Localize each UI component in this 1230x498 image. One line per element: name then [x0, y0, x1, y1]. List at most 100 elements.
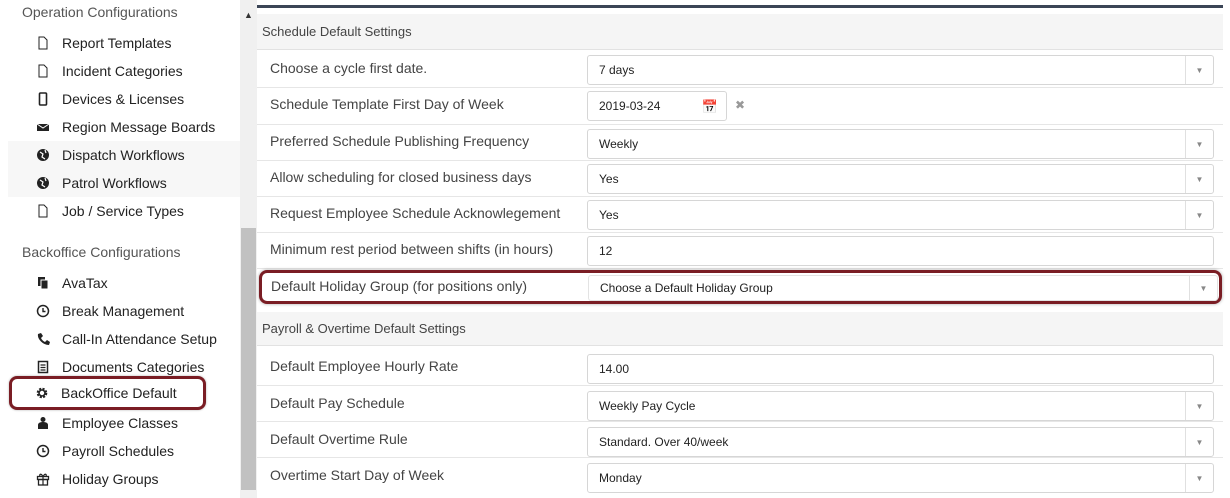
- publishing-frequency-select[interactable]: Weekly ▼: [587, 129, 1214, 159]
- sidebar-item-label: Payroll Schedules: [62, 443, 175, 459]
- sidebar-item-label: BackOffice Default: [61, 385, 177, 401]
- sidebar-item-label: Employee Classes: [62, 415, 178, 431]
- phone-icon: [34, 330, 52, 348]
- select-value: 7 days: [599, 63, 635, 77]
- document-icon: [34, 202, 52, 220]
- chevron-down-icon: ▼: [1189, 276, 1217, 300]
- top-border: [257, 5, 1223, 8]
- sidebar-item-label: Documents Categories: [62, 359, 205, 375]
- sidebar-item-label: Devices & Licenses: [62, 91, 185, 107]
- default-holiday-group-select[interactable]: Choose a Default Holiday Group ▼: [588, 275, 1218, 301]
- sidebar-scrollbar[interactable]: ▲: [240, 0, 257, 498]
- setting-label: Request Employee Schedule Acknowlegement: [270, 205, 561, 221]
- sidebar-item-dispatch-workflows[interactable]: Dispatch Workflows: [8, 141, 240, 169]
- select-value: Choose a Default Holiday Group: [600, 281, 773, 295]
- closed-business-days-select[interactable]: Yes ▼: [587, 164, 1214, 194]
- input-value: 14.00: [599, 362, 630, 376]
- setting-row-pay-schedule: Default Pay Schedule Weekly Pay Cycle ▼: [257, 386, 1223, 422]
- sidebar-item-patrol-workflows[interactable]: Patrol Workflows: [8, 169, 240, 197]
- setting-row-overtime-rule: Default Overtime Rule Standard. Over 40/…: [257, 422, 1223, 458]
- sidebar-item-break-management[interactable]: Break Management: [8, 297, 240, 325]
- sidebar-item-report-templates[interactable]: Report Templates: [8, 29, 240, 57]
- setting-row-closed-business-days: Allow scheduling for closed business day…: [257, 161, 1223, 197]
- document-icon: [34, 34, 52, 52]
- settings-panel: Schedule Default Settings Choose a cycle…: [257, 0, 1230, 498]
- date-value: 2019-03-24: [599, 99, 661, 113]
- chevron-down-icon: ▼: [1185, 130, 1213, 158]
- sidebar-item-label: Region Message Boards: [62, 119, 216, 135]
- sidebar-item-label: Dispatch Workflows: [62, 147, 185, 163]
- setting-label: Minimum rest period between shifts (in h…: [270, 241, 554, 257]
- select-value: Monday: [599, 471, 642, 485]
- setting-row-minimum-rest-period: Minimum rest period between shifts (in h…: [257, 233, 1223, 269]
- document-icon: [34, 62, 52, 80]
- input-value: 12: [599, 244, 613, 258]
- clear-date-icon[interactable]: ✖: [735, 98, 745, 112]
- sidebar-item-holiday-groups[interactable]: Holiday Groups: [8, 465, 240, 493]
- chevron-down-icon: ▼: [1185, 392, 1213, 420]
- sidebar-item-incident-categories[interactable]: Incident Categories: [8, 57, 240, 85]
- setting-label: Default Overtime Rule: [270, 431, 408, 447]
- chevron-down-icon: ▼: [1185, 428, 1213, 456]
- sidebar: Operation Configurations Report Template…: [0, 0, 257, 498]
- gear-icon: [33, 384, 51, 402]
- sidebar-item-job-service-types[interactable]: Job / Service Types: [8, 197, 240, 225]
- template-first-day-date-input[interactable]: 2019-03-24 📅: [587, 91, 727, 121]
- scrollbar-thumb[interactable]: [241, 228, 256, 490]
- clock-icon: [34, 442, 52, 460]
- setting-label: Preferred Schedule Publishing Frequency: [270, 133, 530, 149]
- sidebar-item-payroll-schedules[interactable]: Payroll Schedules: [8, 437, 240, 465]
- select-value: Weekly Pay Cycle: [599, 399, 696, 413]
- clock-icon: [34, 302, 52, 320]
- copy-icon: [34, 274, 52, 292]
- setting-label: Allow scheduling for closed business day…: [270, 169, 532, 185]
- setting-label: Choose a cycle first date.: [270, 60, 428, 76]
- chevron-down-icon: ▼: [1185, 165, 1213, 193]
- sidebar-item-label: Holiday Groups: [62, 471, 159, 487]
- sidebar-item-label: AvaTax: [62, 275, 108, 291]
- schedule-section-header: Schedule Default Settings: [257, 14, 1223, 50]
- sidebar-item-avatax[interactable]: AvaTax: [8, 269, 240, 297]
- sidebar-item-backoffice-default[interactable]: BackOffice Default: [9, 376, 206, 410]
- select-value: Yes: [599, 172, 619, 186]
- chevron-down-icon: ▼: [1185, 201, 1213, 229]
- cycle-first-date-select[interactable]: 7 days ▼: [587, 55, 1214, 85]
- setting-row-publishing-frequency: Preferred Schedule Publishing Frequency …: [257, 125, 1223, 161]
- backoffice-configurations-header: Backoffice Configurations: [22, 244, 181, 260]
- sidebar-item-label: Job / Service Types: [62, 203, 184, 219]
- setting-row-overtime-start-day: Overtime Start Day of Week Monday ▼: [257, 458, 1223, 498]
- setting-label: Overtime Start Day of Week: [270, 467, 445, 483]
- setting-row-cycle-first-date: Choose a cycle first date. 7 days ▼: [257, 51, 1223, 88]
- operation-configurations-header: Operation Configurations: [22, 4, 178, 20]
- sidebar-item-label: Patrol Workflows: [62, 175, 167, 191]
- sidebar-nav: Operation Configurations Report Template…: [0, 0, 240, 498]
- sidebar-item-region-message-boards[interactable]: Region Message Boards: [8, 113, 240, 141]
- setting-label: Schedule Template First Day of Week: [270, 96, 504, 112]
- setting-row-default-holiday-group: Default Holiday Group (for positions onl…: [259, 270, 1222, 304]
- sidebar-item-label: Break Management: [62, 303, 185, 319]
- select-value: Weekly: [599, 137, 639, 151]
- setting-row-hourly-rate: Default Employee Hourly Rate 14.00: [257, 347, 1223, 386]
- gift-icon: [34, 470, 52, 488]
- chevron-down-icon: ▼: [1185, 56, 1213, 84]
- sidebar-item-label: Report Templates: [62, 35, 172, 51]
- overtime-rule-select[interactable]: Standard. Over 40/week ▼: [587, 427, 1214, 457]
- person-icon: [34, 414, 52, 432]
- overtime-start-day-select[interactable]: Monday ▼: [587, 463, 1214, 493]
- minimum-rest-period-input[interactable]: 12: [587, 236, 1214, 266]
- setting-label: Default Employee Hourly Rate: [270, 358, 459, 374]
- calendar-icon[interactable]: 📅: [702, 99, 718, 115]
- setting-label: Default Pay Schedule: [270, 395, 405, 411]
- setting-row-schedule-acknowledgement: Request Employee Schedule Acknowlegement…: [257, 197, 1223, 233]
- pay-schedule-select[interactable]: Weekly Pay Cycle ▼: [587, 391, 1214, 421]
- schedule-acknowledgement-select[interactable]: Yes ▼: [587, 200, 1214, 230]
- setting-label: Default Holiday Group (for positions onl…: [271, 278, 528, 294]
- globe-icon: [34, 174, 52, 192]
- sidebar-item-call-in-attendance-setup[interactable]: Call-In Attendance Setup: [8, 325, 240, 353]
- envelope-icon: [34, 118, 52, 136]
- hourly-rate-input[interactable]: 14.00: [587, 354, 1214, 384]
- sidebar-item-devices-licenses[interactable]: Devices & Licenses: [8, 85, 240, 113]
- mobile-icon: [34, 90, 52, 108]
- scroll-up-arrow-icon[interactable]: ▲: [244, 10, 253, 20]
- sidebar-item-employee-classes[interactable]: Employee Classes: [8, 409, 240, 437]
